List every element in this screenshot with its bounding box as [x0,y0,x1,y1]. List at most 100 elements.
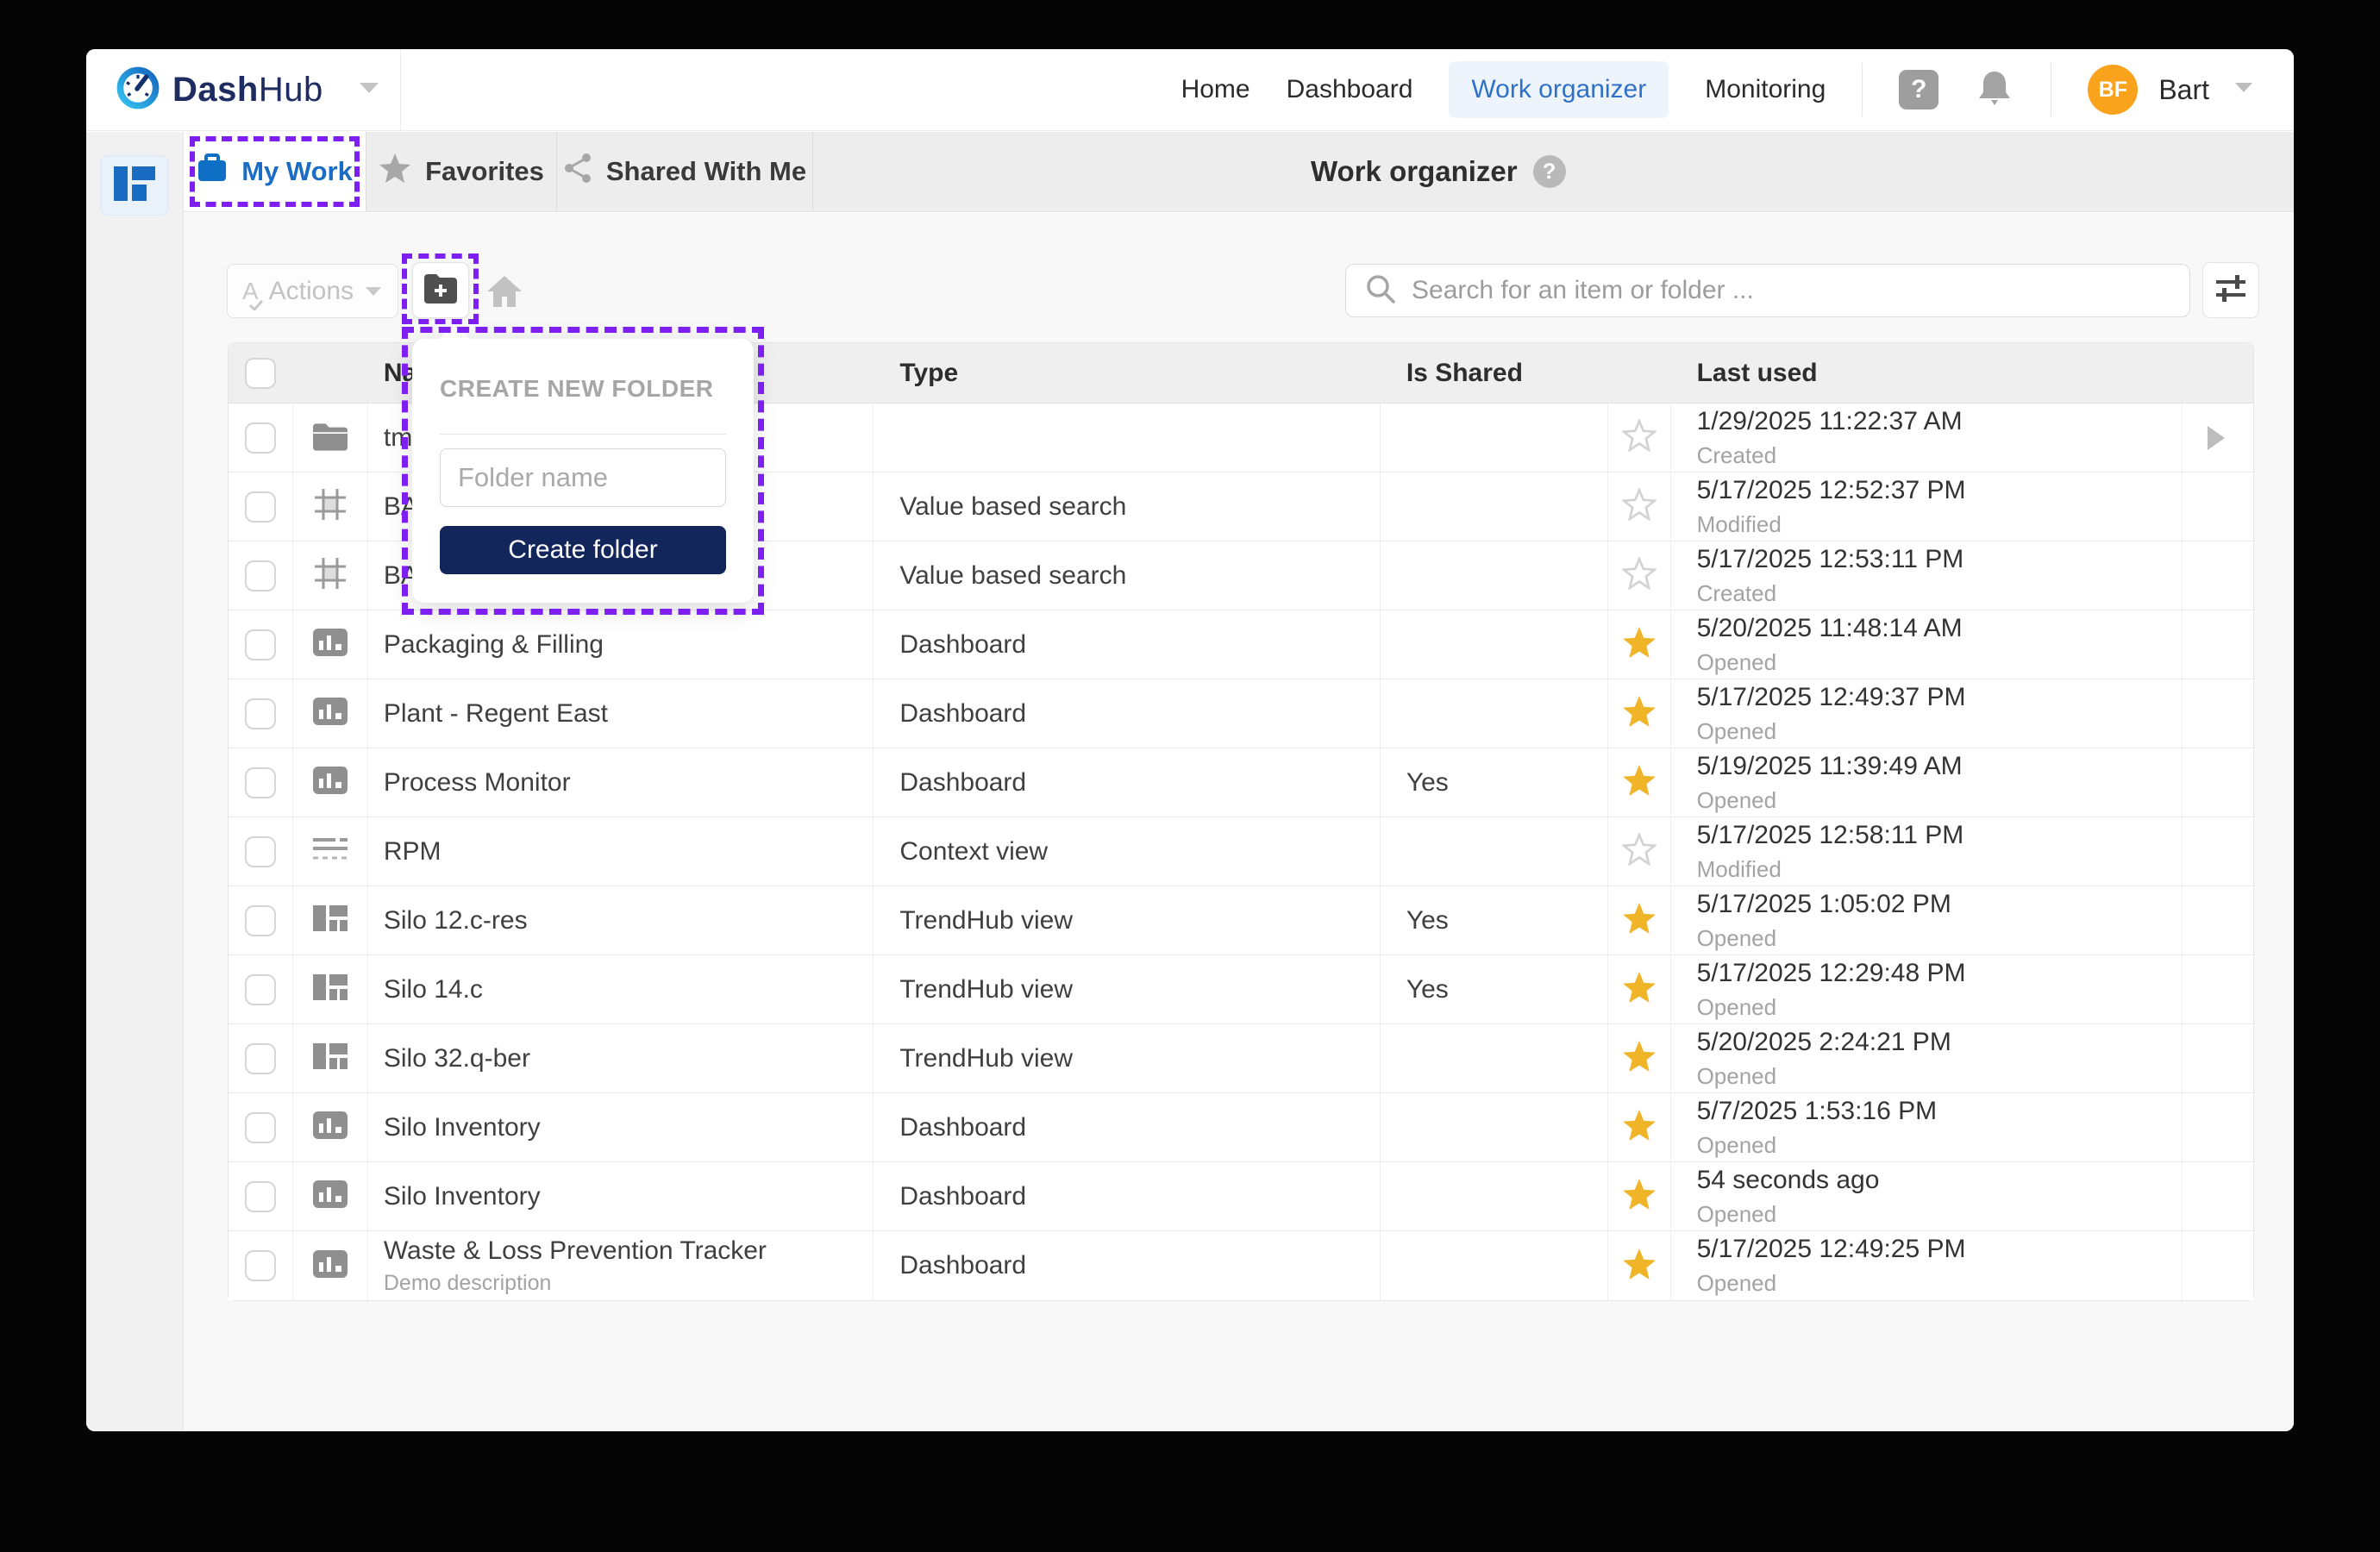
folder-name-input[interactable] [440,448,726,507]
last-used-time: 5/20/2025 2:24:21 PM [1696,1027,1951,1056]
tab-shared-with-me[interactable]: Shared With Me [557,132,813,211]
favorite-star-toggle[interactable] [1620,555,1657,594]
left-sidebar [86,132,184,1431]
row-checkbox[interactable] [244,1180,276,1212]
help-icon[interactable]: ? [1899,70,1939,110]
last-used-action: Opened [1696,1200,1777,1227]
last-used-action: Opened [1696,924,1777,951]
search-input[interactable] [1412,276,2170,305]
last-used-action: Created [1696,579,1777,606]
top-header: DashHub Home Dashboard Work organizer Mo… [86,49,2294,131]
popup-title: CREATE NEW FOLDER [440,375,714,402]
last-used-time: 1/29/2025 11:22:37 AM [1696,406,1963,435]
favorite-star-toggle[interactable] [1622,1178,1657,1215]
row-checkbox[interactable] [244,1111,276,1143]
filter-button[interactable] [2202,262,2259,318]
sliders-icon [2214,273,2247,307]
chart-item-icon [311,695,349,732]
favorite-star-toggle[interactable] [1622,1040,1657,1077]
row-checkbox[interactable] [244,698,276,729]
home-button[interactable] [485,273,524,313]
table-row[interactable]: Silo 32.q-ber TrendHub view 5/20/2025 2:… [229,1024,2253,1093]
sidebar-layout-button[interactable] [100,155,169,216]
row-checkbox[interactable] [244,767,276,798]
table-row[interactable]: Silo 12.c-res TrendHub view Yes 5/17/202… [229,886,2253,955]
item-type: Dashboard [899,767,1027,797]
page-help-icon[interactable]: ? [1532,155,1566,188]
brand-caret-icon[interactable] [358,81,380,99]
last-used-action: Created [1696,441,1777,468]
page-title: Work organizer ? [1311,132,1566,211]
last-used-time: 5/17/2025 12:49:25 PM [1696,1235,1966,1263]
table-row[interactable]: Process Monitor Dashboard Yes 5/19/2025 … [229,748,2253,817]
actions-button[interactable]: A Actions [227,264,398,318]
favorite-star-toggle[interactable] [1622,695,1657,732]
table-row[interactable]: Silo Inventory Dashboard 54 seconds ago … [229,1162,2253,1231]
row-checkbox[interactable] [244,973,276,1005]
row-checkbox[interactable] [244,1250,276,1281]
table-row[interactable]: Silo 14.c TrendHub view Yes 5/17/2025 12… [229,955,2253,1024]
last-used-action: Opened [1696,648,1777,675]
chart-item-icon [311,626,349,663]
create-folder-button[interactable] [412,262,469,318]
row-checkbox[interactable] [244,904,276,936]
last-used-time: 5/19/2025 11:39:49 AM [1696,751,1963,780]
last-used-action: Opened [1696,993,1777,1020]
nav-work-organizer[interactable]: Work organizer [1449,61,1669,118]
caret-down-icon [366,286,382,296]
brand-logo[interactable]: DashHub [86,49,401,130]
column-header-is-shared: Is Shared [1406,358,1523,387]
grid-item-icon [312,555,348,596]
item-name: Process Monitor [383,767,571,797]
row-checkbox[interactable] [244,560,276,591]
item-name: Silo 14.c [383,974,483,1004]
app-shell: My Work Favorites Shared With Me Work or… [86,132,2294,1431]
favorite-star-toggle[interactable] [1622,626,1657,663]
home-icon [485,274,523,313]
favorite-star-toggle[interactable] [1622,764,1657,801]
favorite-star-toggle[interactable] [1620,417,1657,456]
chart-item-icon [311,1248,349,1285]
star-column-header [1608,343,1671,403]
table-row[interactable]: Waste & Loss Prevention Tracker Demo des… [229,1231,2253,1300]
last-used-time: 5/7/2025 1:53:16 PM [1696,1096,1938,1125]
table-row[interactable]: Silo Inventory Dashboard 5/7/2025 1:53:1… [229,1093,2253,1162]
select-all-checkbox[interactable] [244,357,276,389]
row-checkbox[interactable] [244,629,276,660]
last-used-action: Modified [1696,510,1782,537]
user-name[interactable]: Bart [2158,74,2209,106]
grid-item-icon [312,486,348,527]
last-used-action: Modified [1696,855,1782,882]
notifications-bell-icon[interactable] [1975,66,2014,114]
star-icon [379,153,411,191]
tab-favorites[interactable]: Favorites [366,132,557,211]
favorite-star-toggle[interactable] [1622,1248,1657,1285]
last-used-action: Opened [1696,786,1777,813]
create-folder-submit-button[interactable]: Create folder [440,526,726,574]
table-row[interactable]: Packaging & Filling Dashboard 5/20/2025 … [229,610,2253,679]
tab-my-work[interactable]: My Work [184,132,366,211]
favorite-star-toggle[interactable] [1622,902,1657,939]
item-shared: Yes [1406,767,1449,797]
favorite-star-toggle[interactable] [1620,486,1657,525]
nav-home[interactable]: Home [1181,75,1250,104]
nav-monitoring[interactable]: Monitoring [1705,75,1826,104]
table-row[interactable]: RPM Context view 5/17/2025 12:58:11 PM M… [229,817,2253,886]
chart-item-icon [311,1109,349,1146]
favorite-star-toggle[interactable] [1622,1109,1657,1146]
row-checkbox[interactable] [244,1042,276,1074]
expand-column-header [2183,343,2253,403]
row-checkbox[interactable] [244,491,276,523]
row-checkbox[interactable] [244,835,276,867]
item-type: Dashboard [899,698,1027,728]
nav-dashboard[interactable]: Dashboard [1287,75,1413,104]
content-area: A Actions Search for an item or folder .… [184,213,2294,1431]
user-avatar[interactable]: BF [2088,65,2139,115]
favorite-star-toggle[interactable] [1622,971,1657,1008]
favorite-star-toggle[interactable] [1620,831,1657,870]
row-checkbox[interactable] [244,422,276,454]
item-type: TrendHub view [899,905,1073,935]
user-caret-icon[interactable] [2233,81,2254,98]
row-expand-chevron-icon[interactable] [2208,425,2237,450]
table-row[interactable]: Plant - Regent East Dashboard 5/17/2025 … [229,679,2253,748]
